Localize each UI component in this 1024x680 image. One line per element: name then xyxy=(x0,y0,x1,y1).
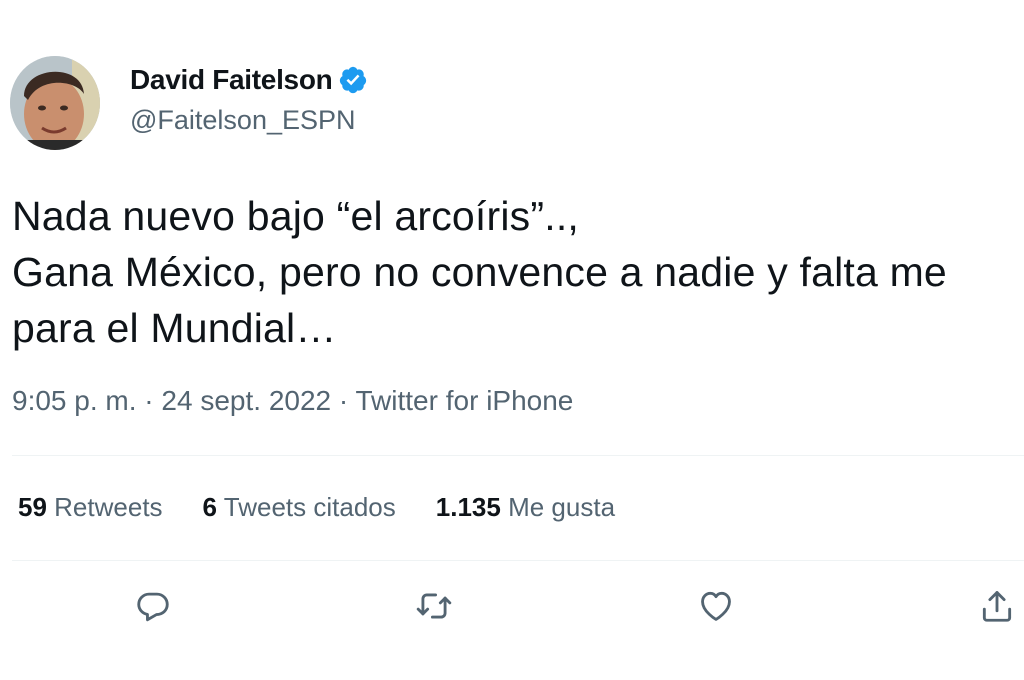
tweet-time[interactable]: 9:05 p. m. xyxy=(12,385,137,416)
avatar-photo xyxy=(10,56,100,150)
meta-separator: · xyxy=(331,385,356,416)
tweet-text-line: para el Mundial… xyxy=(12,305,337,351)
reply-icon xyxy=(137,592,169,622)
tweet-source-link[interactable]: Twitter for iPhone xyxy=(356,385,574,416)
retweets-stat[interactable]: 59 Retweets xyxy=(18,492,163,523)
reply-button[interactable] xyxy=(131,584,175,628)
likes-label: Me gusta xyxy=(508,492,616,522)
tweet-text-line: Gana México, pero no convence a nadie y … xyxy=(12,249,947,295)
author-handle[interactable]: @Faitelson_ESPN xyxy=(130,105,356,136)
share-button[interactable] xyxy=(975,584,1019,628)
tweet-date[interactable]: 24 sept. 2022 xyxy=(161,385,331,416)
retweet-button[interactable] xyxy=(412,584,456,628)
divider xyxy=(12,560,1024,561)
display-name[interactable]: David Faitelson xyxy=(130,64,333,96)
tweet-stats: 59 Retweets 6 Tweets citados 1.135 Me gu… xyxy=(18,492,615,523)
tweet-detail: David Faitelson @Faitelson_ESPN Nada nue… xyxy=(0,0,1024,680)
meta-separator: · xyxy=(136,385,162,416)
quotes-stat[interactable]: 6 Tweets citados xyxy=(203,492,396,523)
tweet-text: Nada nuevo bajo “el arcoíris”.., Gana Mé… xyxy=(12,188,947,356)
like-button[interactable] xyxy=(694,584,738,628)
avatar[interactable] xyxy=(10,56,100,150)
retweet-icon xyxy=(416,593,452,619)
author-name-row: David Faitelson xyxy=(130,64,368,96)
quotes-count: 6 xyxy=(202,492,218,522)
tweet-meta: 9:05 p. m. · 24 sept. 2022 · Twitter for… xyxy=(12,385,573,417)
share-icon xyxy=(982,591,1012,622)
divider xyxy=(12,455,1024,456)
likes-stat[interactable]: 1.135 Me gusta xyxy=(436,492,615,523)
tweet-text-line: Nada nuevo bajo “el arcoíris”.., xyxy=(12,193,580,239)
quotes-label: Tweets citados xyxy=(223,492,396,522)
retweets-label: Retweets xyxy=(54,492,163,522)
verified-badge-icon xyxy=(338,65,368,95)
tweet-actions xyxy=(0,584,1024,634)
likes-count: 1.135 xyxy=(435,492,501,522)
retweets-count: 59 xyxy=(18,492,47,522)
like-icon xyxy=(701,591,731,621)
